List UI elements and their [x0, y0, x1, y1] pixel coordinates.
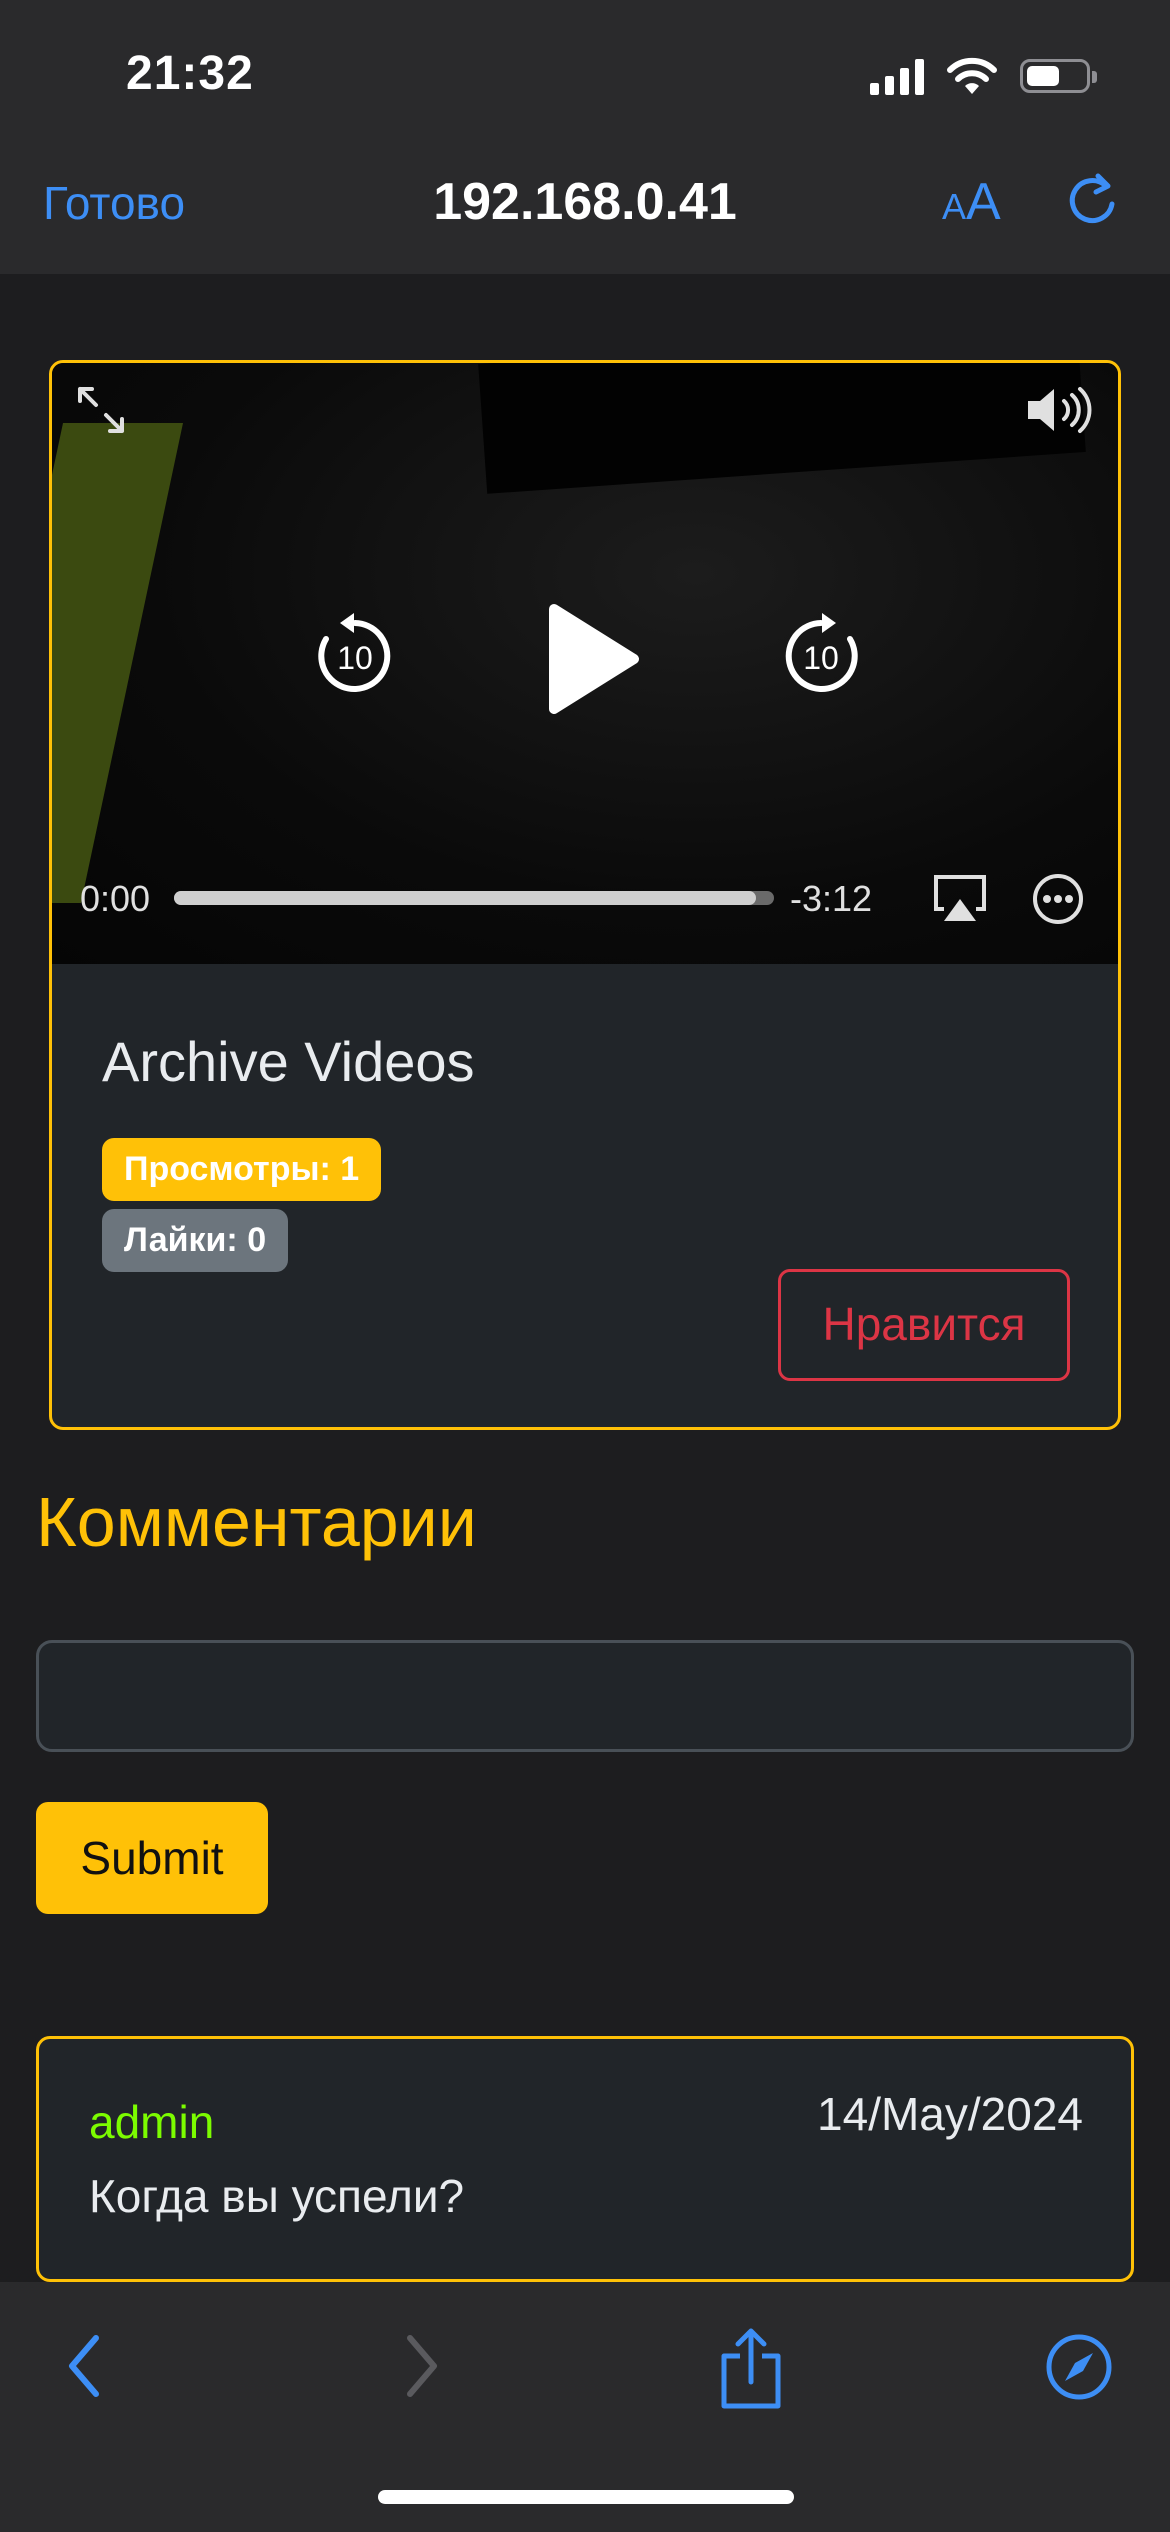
video-title: Archive Videos	[102, 1030, 475, 1093]
video-player[interactable]: 10 10 0:00 -3:12	[52, 363, 1118, 964]
views-badge: Просмотры: 1	[102, 1138, 382, 1201]
likes-badge: Лайки: 0	[102, 1209, 289, 1272]
progress-fill	[174, 891, 756, 905]
play-icon[interactable]	[534, 599, 644, 719]
video-card: 10 10 0:00 -3:12 Archive Videos Просмотр…	[49, 360, 1121, 1430]
video-card-body: Archive Videos Просмотры: 1 Лайки: 0 Нра…	[52, 964, 1118, 1427]
like-button[interactable]: Нравится	[778, 1269, 1070, 1381]
battery-icon	[1020, 59, 1097, 93]
skip-back-label: 10	[337, 640, 373, 676]
volume-icon[interactable]	[1024, 383, 1098, 437]
progress-slider[interactable]	[174, 891, 774, 905]
system-icons	[870, 56, 1097, 96]
forward-icon[interactable]	[396, 2326, 446, 2406]
browser-header: Готово 192.168.0.41 AA	[0, 150, 1170, 274]
remaining-time: -3:12	[790, 878, 873, 919]
comment-input[interactable]	[36, 1640, 1134, 1752]
cellular-signal-icon	[870, 57, 924, 95]
compass-icon[interactable]	[1044, 2332, 1114, 2402]
share-icon[interactable]	[716, 2326, 786, 2412]
reload-icon[interactable]	[1060, 168, 1124, 232]
wifi-icon	[947, 57, 997, 94]
fullscreen-icon[interactable]	[74, 383, 128, 437]
airplay-icon[interactable]	[932, 873, 988, 925]
comments-heading: Комментарии	[36, 1483, 477, 1561]
skip-back-10-icon[interactable]: 10	[310, 611, 400, 701]
home-indicator	[378, 2490, 794, 2504]
current-time: 0:00	[80, 878, 151, 919]
more-options-icon[interactable]	[1030, 871, 1086, 927]
skip-forward-label: 10	[803, 640, 839, 676]
comment-item: admin 14/May/2024 Когда вы успели?	[36, 2036, 1134, 2282]
skip-forward-10-icon[interactable]: 10	[776, 611, 866, 701]
text-size-button[interactable]: AA	[942, 172, 1001, 232]
status-bar: 21:32	[0, 0, 1170, 150]
back-icon[interactable]	[60, 2326, 110, 2406]
comment-username[interactable]: admin	[89, 2095, 214, 2149]
comment-date: 14/May/2024	[817, 2088, 1083, 2140]
status-time: 21:32	[126, 47, 254, 100]
submit-button[interactable]: Submit	[36, 1802, 268, 1914]
comment-text: Когда вы успели?	[89, 2170, 465, 2222]
